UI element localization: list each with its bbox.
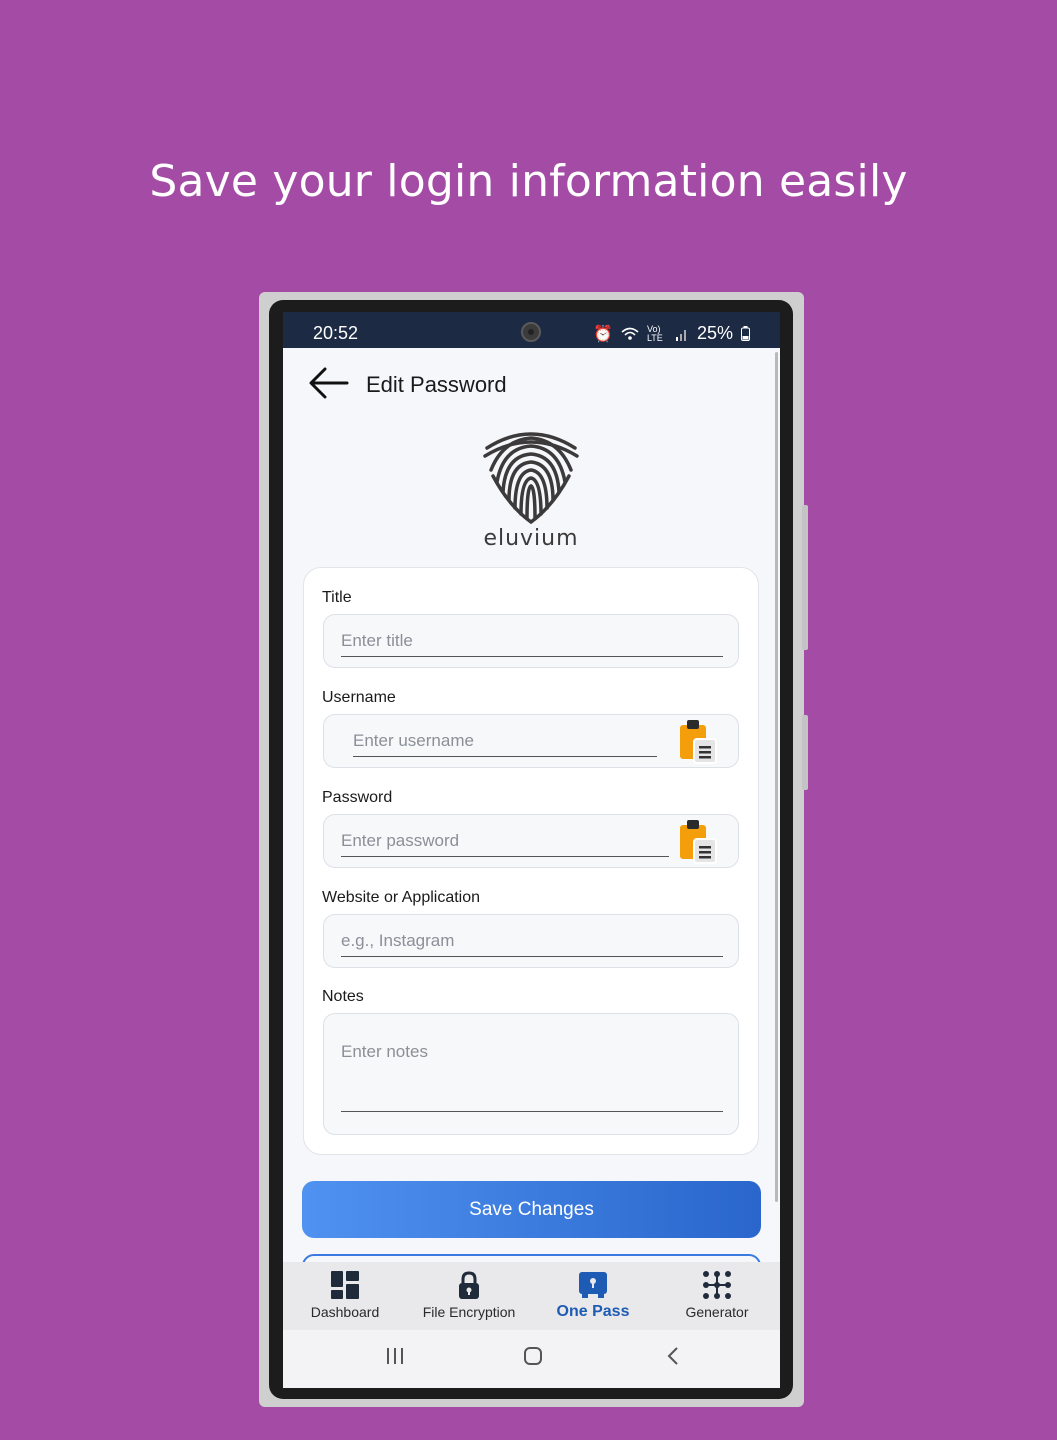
nav-generator-label: Generator [685, 1304, 749, 1320]
status-bar: 20:52 ⏰ Vo) LTE 25% [283, 312, 780, 348]
password-underline [341, 856, 669, 857]
username-input[interactable]: Enter username [323, 714, 739, 768]
arrow-left-icon [309, 367, 349, 399]
back-button[interactable] [307, 366, 351, 400]
paste-username-button[interactable] [678, 719, 720, 765]
bottom-navigation: Dashboard File Encryption One Pass Gener… [283, 1262, 780, 1330]
title-label: Title [322, 589, 352, 606]
phone-screen: 20:52 ⏰ Vo) LTE 25% Edit Password eluviu… [283, 312, 780, 1388]
status-time: 20:52 [313, 323, 359, 343]
title-placeholder: Enter title [341, 631, 413, 650]
website-input[interactable]: e.g., Instagram [323, 914, 739, 968]
home-icon[interactable] [523, 1346, 543, 1366]
app-bar: Edit Password [283, 348, 780, 418]
grid-dots-icon [703, 1271, 731, 1299]
clipboard-paste-icon [680, 720, 717, 764]
save-changes-button[interactable]: Save Changes [302, 1181, 761, 1238]
password-placeholder: Enter password [341, 831, 460, 850]
volume-button [802, 505, 808, 650]
logo-text: eluvium [483, 526, 579, 551]
alarm-icon: ⏰ [593, 325, 613, 343]
nav-generator[interactable]: Generator [655, 1262, 779, 1330]
password-input[interactable]: Enter password [323, 814, 739, 868]
headline: Save your login information easily [149, 156, 908, 207]
system-navigation-bar [283, 1330, 780, 1388]
back-nav-icon[interactable] [665, 1346, 681, 1366]
website-label: Website or Application [322, 889, 481, 906]
paste-password-button[interactable] [678, 819, 720, 865]
fingerprint-shield-icon [483, 432, 579, 525]
notes-input[interactable]: Enter notes [323, 1013, 739, 1135]
notes-placeholder: Enter notes [341, 1042, 428, 1061]
password-label: Password [322, 789, 393, 806]
username-label: Username [322, 689, 396, 706]
network-type: Vo) LTE [646, 323, 663, 343]
nav-one-pass-label: One Pass [556, 1303, 630, 1320]
wifi-icon [621, 327, 639, 340]
power-button [802, 715, 808, 790]
status-icons: ⏰ Vo) LTE 25% [593, 323, 750, 344]
battery-icon [741, 326, 750, 341]
nav-file-encryption-label: File Encryption [422, 1304, 516, 1320]
nav-dashboard-label: Dashboard [310, 1304, 380, 1320]
signal-icon [675, 329, 686, 341]
battery-percent: 25% [696, 323, 733, 343]
nav-dashboard[interactable]: Dashboard [283, 1262, 407, 1330]
nav-one-pass[interactable]: One Pass [531, 1262, 655, 1330]
title-underline [341, 656, 723, 657]
recent-apps-icon[interactable] [385, 1346, 405, 1366]
website-placeholder: e.g., Instagram [341, 931, 455, 950]
page-title: Edit Password [366, 372, 507, 397]
username-underline [353, 756, 657, 757]
nav-file-encryption[interactable]: File Encryption [407, 1262, 531, 1330]
title-input[interactable]: Enter title [323, 614, 739, 668]
notes-underline [341, 1111, 723, 1112]
clipboard-paste-icon [680, 820, 717, 864]
dashboard-icon [331, 1271, 359, 1299]
vault-icon [579, 1272, 607, 1298]
scrollbar[interactable] [775, 352, 778, 1202]
camera-icon [521, 322, 541, 342]
app-logo: eluvium [479, 426, 583, 554]
notes-label: Notes [322, 988, 364, 1005]
username-placeholder: Enter username [353, 731, 474, 750]
lock-icon [459, 1271, 479, 1299]
website-underline [341, 956, 723, 957]
